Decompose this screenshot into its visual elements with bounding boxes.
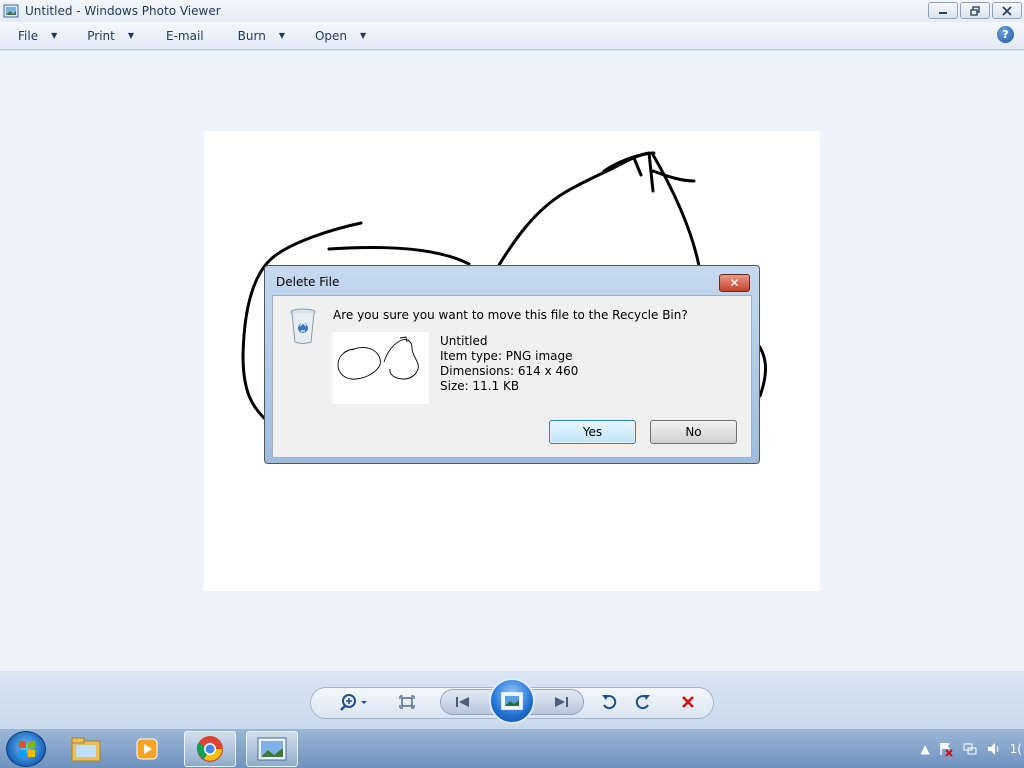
- chevron-down-icon: ▼: [278, 31, 285, 40]
- taskbar-photo-viewer[interactable]: [246, 731, 298, 767]
- start-orb-icon: [19, 741, 35, 757]
- restore-button[interactable]: [960, 2, 990, 19]
- chevron-down-icon: ▼: [51, 31, 58, 40]
- next-icon: [555, 697, 568, 707]
- file-dimensions: Dimensions: 614 x 460: [440, 364, 579, 378]
- show-hidden-icons-icon[interactable]: ▲: [920, 742, 929, 756]
- previous-button[interactable]: [448, 687, 478, 717]
- delete-icon: [682, 696, 694, 708]
- file-thumbnail: [332, 332, 429, 404]
- slideshow-button[interactable]: [489, 678, 535, 724]
- next-button[interactable]: [546, 687, 576, 717]
- close-icon: [1002, 5, 1012, 16]
- rotate-counterclockwise-icon: [602, 695, 617, 710]
- dialog-question: Are you sure you want to move this file …: [333, 308, 688, 322]
- playback-controls: [0, 671, 1024, 728]
- minimize-button[interactable]: [928, 2, 958, 19]
- chrome-icon: [196, 736, 223, 762]
- zoom-button[interactable]: [336, 687, 372, 717]
- dialog-close-button[interactable]: ✕: [719, 274, 750, 292]
- no-button[interactable]: No: [650, 420, 737, 444]
- menu-email[interactable]: E-mail: [146, 24, 220, 48]
- dialog-title: Delete File: [276, 275, 340, 289]
- start-button[interactable]: [6, 731, 46, 767]
- taskbar-media-player[interactable]: [121, 731, 173, 767]
- menu-burn-label: Burn: [237, 28, 266, 43]
- zoom-icon: [340, 694, 367, 711]
- dialog-body: Are you sure you want to move this file …: [272, 295, 752, 458]
- taskbar: ▲ 1(: [0, 728, 1024, 768]
- recycle-bin-icon: [290, 308, 316, 344]
- menu-print-label: Print: [87, 28, 115, 43]
- menu-file-label: File: [18, 28, 39, 43]
- file-name: Untitled: [440, 334, 488, 348]
- app-photo-icon: [3, 4, 19, 18]
- command-bar: File ▼ Print ▼ E-mail Burn ▼ Open ▼ ?: [0, 22, 1024, 50]
- actual-size-icon: [399, 695, 415, 709]
- window-title-bar[interactable]: Untitled - Windows Photo Viewer: [0, 0, 1024, 22]
- explorer-icon: [71, 737, 101, 762]
- menu-email-label: E-mail: [166, 28, 204, 43]
- photo-viewer-icon: [257, 737, 287, 761]
- actual-size-button[interactable]: [396, 687, 418, 717]
- previous-icon: [456, 697, 469, 707]
- file-size: Size: 11.1 KB: [440, 379, 520, 393]
- file-item-type: Item type: PNG image: [440, 349, 573, 363]
- menu-open[interactable]: Open ▼: [297, 24, 378, 48]
- rotate-clockwise-button[interactable]: [631, 687, 655, 717]
- chevron-down-icon: ▼: [127, 31, 135, 40]
- close-window-button[interactable]: [992, 2, 1022, 19]
- thumbnail-drawing: [337, 336, 419, 380]
- clock[interactable]: 1(: [1010, 742, 1022, 756]
- yes-button[interactable]: Yes: [549, 420, 636, 444]
- slideshow-icon: [501, 692, 523, 710]
- chevron-down-icon: ▼: [360, 31, 367, 40]
- restore-icon: [970, 5, 980, 16]
- rotate-clockwise-icon: [635, 695, 650, 710]
- action-center-icon[interactable]: [938, 741, 954, 757]
- menu-burn[interactable]: Burn ▼: [220, 24, 297, 48]
- minimize-icon: [939, 11, 947, 14]
- rotate-counterclockwise-button[interactable]: [597, 687, 621, 717]
- taskbar-explorer[interactable]: [60, 731, 112, 767]
- help-icon[interactable]: ?: [997, 26, 1014, 43]
- network-icon[interactable]: [962, 741, 978, 757]
- window-title: Untitled - Windows Photo Viewer: [25, 4, 221, 18]
- delete-file-dialog: Delete File ✕ Are you sure you want to m…: [264, 265, 760, 464]
- system-tray: ▲ 1(: [920, 729, 1024, 768]
- taskbar-chrome[interactable]: [184, 731, 236, 767]
- media-player-icon: [136, 738, 158, 760]
- menu-open-label: Open: [314, 28, 348, 43]
- delete-button[interactable]: [675, 687, 701, 717]
- volume-icon[interactable]: [986, 741, 1002, 757]
- menu-print[interactable]: Print ▼: [69, 24, 146, 48]
- menu-file[interactable]: File ▼: [0, 24, 69, 48]
- file-info: Untitled Item type: PNG image Dimensions…: [440, 334, 578, 394]
